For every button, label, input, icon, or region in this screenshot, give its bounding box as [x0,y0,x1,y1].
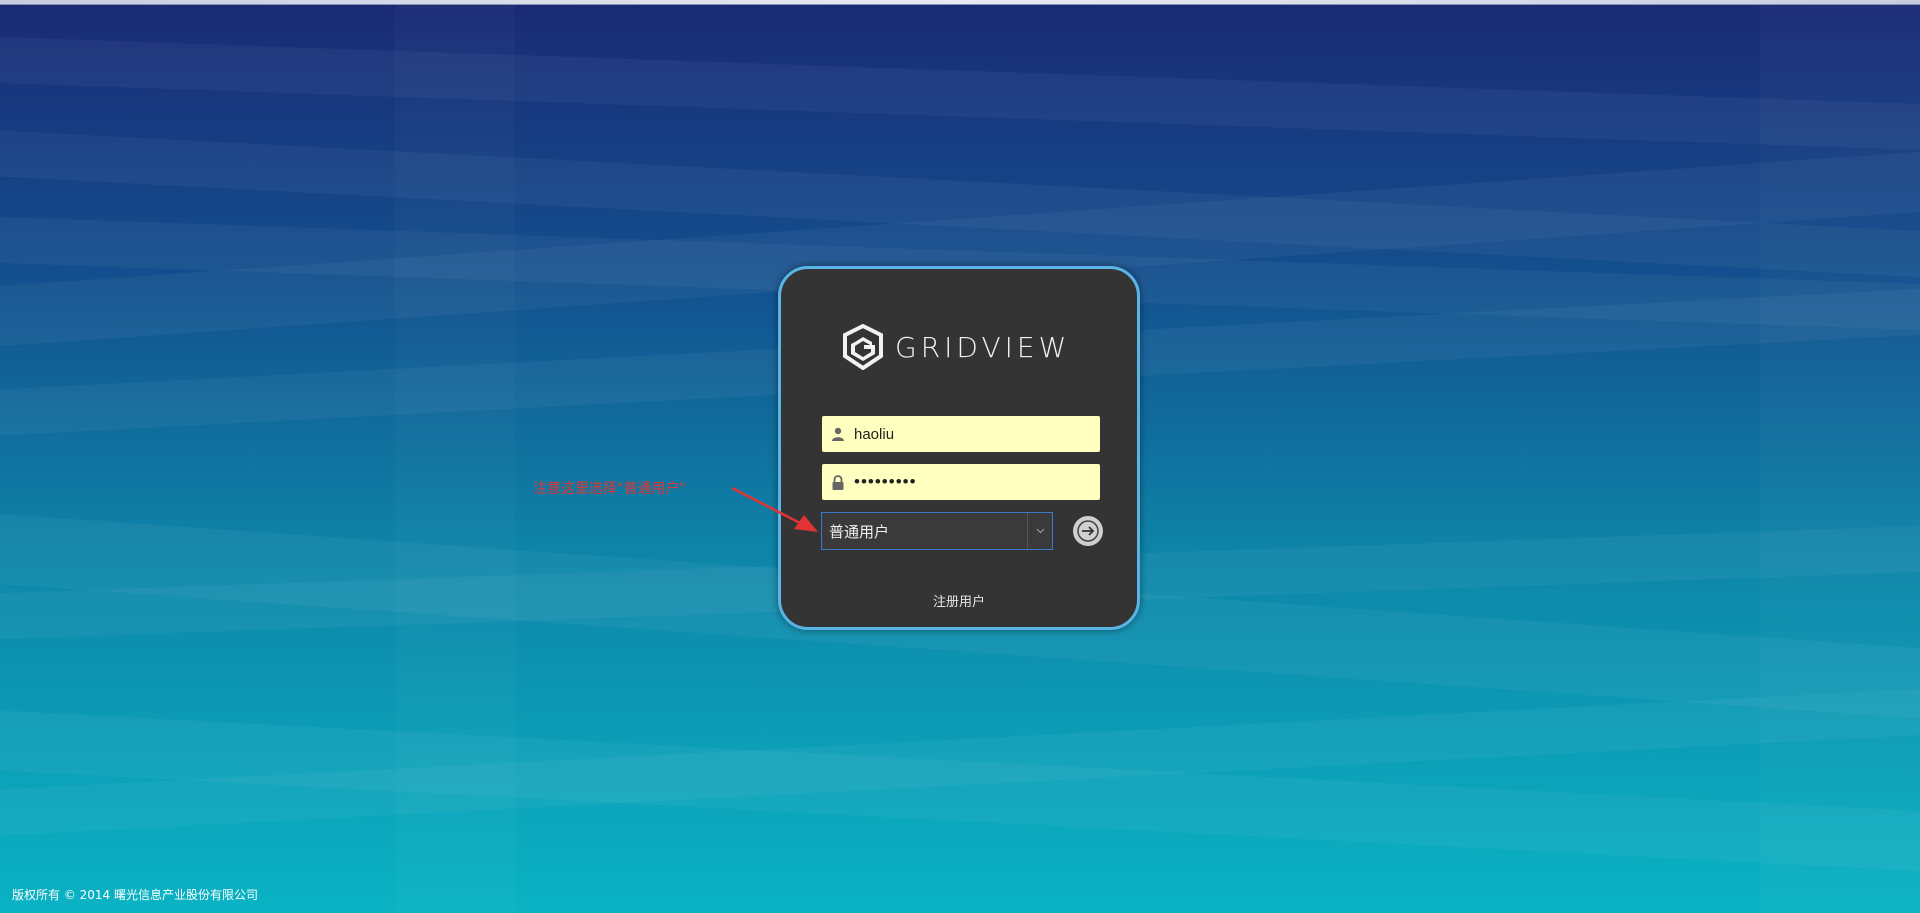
user-icon [830,426,846,442]
logo-text: GRIDVIEW [895,330,1071,364]
background-band [0,30,1920,160]
annotation-arrow-icon [731,486,818,532]
username-field[interactable]: haoliu [822,416,1100,452]
lock-icon [830,474,846,490]
login-submit-button[interactable] [1073,516,1103,546]
register-link[interactable]: 注册用户 [781,591,1137,610]
logo: GRIDVIEW [841,324,1070,370]
password-value: ••••••••• [854,472,917,491]
user-type-value: 普通用户 [829,522,890,541]
arrow-right-icon [1077,520,1099,542]
copyright-footer: 版权所有 © 2014 曙光信息产业股份有限公司 [12,888,258,902]
browser-top-strip [0,0,1920,5]
login-card: GRIDVIEW haoliu ••••••••• 普通用户 注册用户 [778,266,1140,630]
user-type-select[interactable]: 普通用户 [821,512,1053,550]
password-field[interactable]: ••••••••• [822,464,1100,500]
chevron-down-icon[interactable] [1027,513,1052,549]
annotation-text: 注意这里选择"普通用户" [533,481,686,497]
gridview-logo-icon [843,324,883,370]
username-value: haoliu [854,425,895,443]
